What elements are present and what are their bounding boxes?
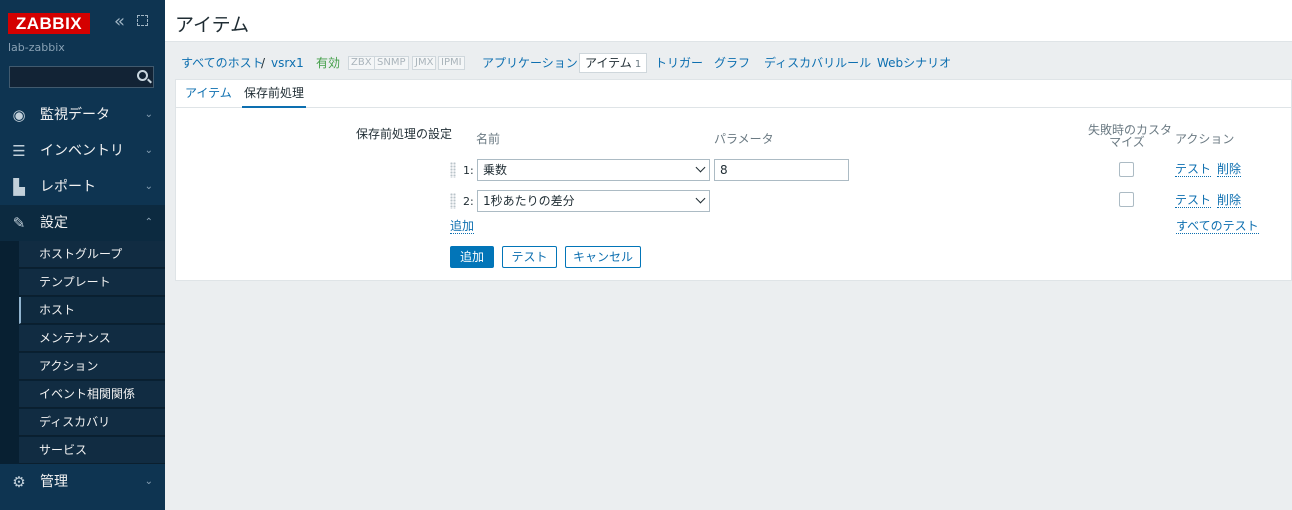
- protocol-ipmi: IPMI: [438, 56, 465, 70]
- submenu-hosts[interactable]: ホスト: [19, 297, 165, 324]
- page-title: アイテム: [175, 14, 250, 36]
- protocol-snmp: SNMP: [374, 56, 409, 70]
- menu-reports-label: レポート: [40, 179, 96, 195]
- zabbix-logo[interactable]: ZABBIX: [8, 13, 90, 34]
- nav-items-label: アイテム: [585, 56, 632, 70]
- drag-handle-icon[interactable]: [450, 193, 456, 209]
- bar-chart-icon: ▙: [13, 178, 25, 196]
- submenu-discovery[interactable]: ディスカバリ: [19, 409, 165, 436]
- kiosk-mode-icon[interactable]: [137, 15, 148, 26]
- step-type-value: 1秒あたりの差分: [483, 194, 575, 208]
- menu-configuration[interactable]: ✎ 設定 ⌃: [0, 205, 165, 241]
- step-index: 2:: [463, 195, 474, 208]
- step-type-select[interactable]: 1秒あたりの差分: [477, 190, 710, 212]
- column-custom-on-fail: 失敗時のカスタ マイズ: [1088, 124, 1172, 149]
- menu-monitoring-label: 監視データ: [40, 107, 110, 123]
- submenu-actions[interactable]: アクション: [19, 353, 165, 380]
- gear-icon: ⚙: [12, 473, 26, 491]
- protocol-zbx: ZBX: [348, 56, 375, 70]
- menu-configuration-label: 設定: [40, 215, 68, 231]
- nav-web-scenarios[interactable]: Webシナリオ: [877, 52, 951, 74]
- submenu-maintenance[interactable]: メンテナンス: [19, 325, 165, 352]
- search-icon[interactable]: [137, 70, 148, 81]
- step-type-value: 乗数: [483, 163, 508, 177]
- remove-step-link[interactable]: 削除: [1217, 162, 1242, 177]
- add-button[interactable]: 追加: [450, 246, 494, 268]
- submenu-services[interactable]: サービス: [19, 437, 165, 464]
- nav-discovery-rules[interactable]: ディスカバリルール: [764, 52, 871, 74]
- sidebar: ZABBIX « lab-zabbix ◉ 監視データ ⌄ ☰ インベントリ ⌄…: [0, 0, 165, 510]
- nav-graphs[interactable]: グラフ: [714, 52, 750, 74]
- submenu-event-correlation[interactable]: イベント相関関係: [19, 381, 165, 408]
- test-all-steps-link[interactable]: すべてのテスト: [1176, 219, 1259, 234]
- eye-icon: ◉: [12, 106, 26, 124]
- step-param-input[interactable]: 8: [714, 159, 849, 181]
- menu-reports[interactable]: ▙ レポート ⌄: [0, 169, 165, 205]
- collapse-sidebar-icon[interactable]: «: [114, 13, 125, 31]
- breadcrumb-separator: /: [261, 56, 266, 70]
- custom-on-fail-checkbox[interactable]: [1119, 162, 1134, 177]
- nav-triggers[interactable]: トリガー: [655, 52, 703, 74]
- test-step-link[interactable]: テスト: [1175, 193, 1212, 208]
- item-form-panel: アイテム 保存前処理 保存前処理の設定 名前 パラメータ 失敗時のカスタ マイズ…: [175, 79, 1292, 281]
- step-index: 1:: [463, 164, 474, 177]
- test-step-link[interactable]: テスト: [1175, 162, 1212, 177]
- nav-items-count: 1: [634, 59, 642, 70]
- column-custom-on-fail-line2: マイズ: [1109, 135, 1145, 149]
- submenu-templates[interactable]: テンプレート: [19, 269, 165, 296]
- menu-administration-label: 管理: [40, 474, 68, 490]
- step-type-select[interactable]: 乗数: [477, 159, 710, 181]
- remove-step-link[interactable]: 削除: [1217, 193, 1242, 208]
- chevron-up-icon: ⌃: [144, 217, 153, 228]
- form-tabs: アイテム 保存前処理: [176, 80, 1292, 108]
- host-status[interactable]: 有効: [316, 52, 340, 74]
- protocol-jmx: JMX: [412, 56, 437, 70]
- page-header: [165, 0, 1292, 42]
- search-input[interactable]: [9, 66, 154, 88]
- breadcrumb-all-hosts[interactable]: すべてのホスト: [181, 52, 264, 74]
- nav-items[interactable]: アイテム 1: [579, 53, 648, 73]
- configuration-submenu: ホストグループ テンプレート ホスト メンテナンス アクション イベント相関関係…: [0, 241, 165, 464]
- tab-item[interactable]: アイテム: [185, 80, 232, 108]
- preprocessing-steps-label: 保存前処理の設定: [356, 127, 453, 141]
- drag-handle-icon[interactable]: [450, 162, 456, 178]
- chevron-down-icon: ⌄: [144, 476, 153, 487]
- menu-administration[interactable]: ⚙ 管理 ⌄: [0, 464, 165, 500]
- test-button[interactable]: テスト: [502, 246, 557, 268]
- chevron-down-icon: [695, 193, 706, 204]
- cancel-button[interactable]: キャンセル: [565, 246, 641, 268]
- chevron-down-icon: ⌄: [144, 181, 153, 192]
- nav-applications[interactable]: アプリケーション: [482, 52, 578, 74]
- wrench-icon: ✎: [12, 214, 26, 232]
- menu-monitoring[interactable]: ◉ 監視データ ⌄: [0, 97, 165, 133]
- chevron-down-icon: ⌄: [144, 109, 153, 120]
- chevron-down-icon: [695, 162, 706, 173]
- submenu-host-groups[interactable]: ホストグループ: [19, 241, 165, 268]
- menu-inventory[interactable]: ☰ インベントリ ⌄: [0, 133, 165, 169]
- server-name: lab-zabbix: [8, 41, 65, 54]
- chevron-down-icon: ⌄: [144, 145, 153, 156]
- tab-preprocessing[interactable]: 保存前処理: [242, 80, 307, 108]
- breadcrumb-host[interactable]: vsrx1: [271, 52, 304, 74]
- column-name: 名前: [476, 132, 501, 146]
- menu-inventory-label: インベントリ: [40, 143, 124, 159]
- list-icon: ☰: [12, 142, 26, 160]
- custom-on-fail-checkbox[interactable]: [1119, 192, 1134, 207]
- column-actions: アクション: [1175, 132, 1235, 146]
- column-parameters: パラメータ: [714, 132, 774, 146]
- add-step-link[interactable]: 追加: [450, 219, 475, 234]
